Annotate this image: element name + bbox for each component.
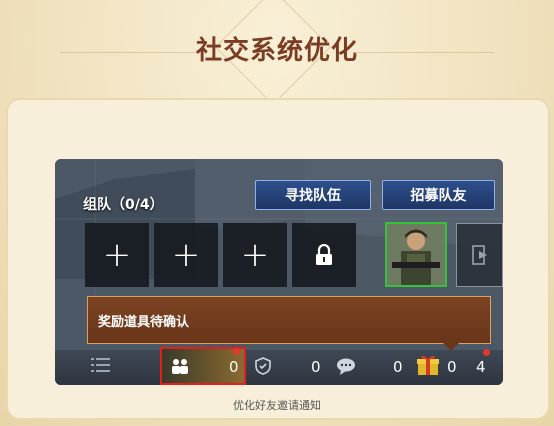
other-notification-dot (483, 349, 490, 356)
team-slot-1[interactable]: + (85, 223, 149, 287)
find-team-label: 寻找队伍 (285, 188, 341, 204)
shield-count: 0 (311, 358, 321, 376)
lock-icon (316, 244, 332, 265)
find-team-button[interactable]: 寻找队伍 (255, 180, 371, 210)
reward-pending-banner[interactable]: 奖励道具待确认 (87, 296, 491, 344)
team-slot-3[interactable]: + (223, 223, 287, 287)
team-slot-2[interactable]: + (154, 223, 218, 287)
chat-bubble-icon[interactable] (336, 358, 356, 375)
player-avatar[interactable] (385, 222, 447, 287)
plus-icon: + (102, 235, 132, 275)
recruit-teammate-button[interactable]: 招募队友 (382, 180, 495, 210)
leave-team-button[interactable] (456, 223, 503, 287)
gift-box-icon[interactable] (417, 354, 439, 376)
team-count-label: 组队（0/4） (83, 197, 164, 213)
list-menu-icon[interactable] (91, 357, 111, 373)
game-screenshot: 组队（0/4） 寻找队伍 招募队友 + + + 奖励道具待确认 0 0 0 0 … (55, 159, 503, 385)
friend-invite-count: 0 (229, 358, 239, 376)
plus-icon: + (171, 235, 201, 275)
chat-count: 0 (393, 358, 403, 376)
shield-icon[interactable] (254, 357, 272, 375)
team-slot-locked[interactable] (292, 223, 356, 287)
page-title: 社交系统优化 (195, 36, 358, 66)
gift-count: 0 (447, 358, 457, 376)
image-caption: 优化好友邀请通知 (233, 399, 321, 412)
soldier-portrait-icon (387, 224, 445, 285)
friend-invite-dot (233, 348, 240, 355)
reward-pending-text: 奖励道具待确认 (98, 315, 190, 330)
exit-icon (471, 245, 487, 265)
recruit-teammate-label: 招募队友 (410, 188, 467, 204)
title-area: 社交系统优化 (0, 0, 554, 105)
friends-icon (172, 359, 188, 374)
other-count: 4 (476, 358, 486, 376)
plus-icon: + (240, 235, 270, 275)
